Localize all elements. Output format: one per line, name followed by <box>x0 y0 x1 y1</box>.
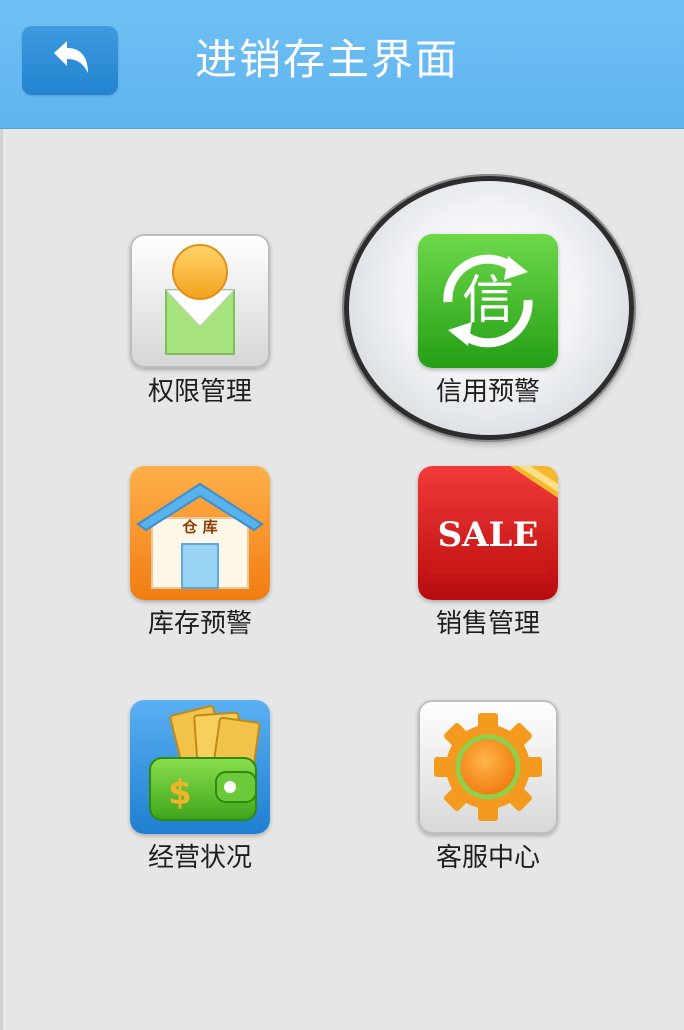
back-arrow-icon <box>54 41 88 73</box>
svg-text:仓 库: 仓 库 <box>181 518 217 536</box>
menu-item-customer-service[interactable]: 客服中心 <box>388 700 588 900</box>
menu-label: 经营状况 <box>147 843 252 873</box>
menu-item-credit-warning[interactable]: 信 信用预警 <box>388 234 588 434</box>
page-title: 进销存主界面 <box>195 35 460 84</box>
wallet-icon: $ <box>130 700 270 834</box>
menu-item-sales[interactable]: SALE 销售管理 <box>388 466 588 666</box>
sale-icon: SALE <box>418 466 558 600</box>
warehouse-icon: 仓 库 <box>130 466 270 600</box>
menu-item-permission[interactable]: 权限管理 <box>100 234 300 434</box>
menu-label: 信用预警 <box>435 377 540 407</box>
back-button[interactable] <box>22 25 118 95</box>
svg-text:$: $ <box>168 773 192 813</box>
menu-label: 客服中心 <box>435 843 540 873</box>
menu-item-inventory-warning[interactable]: 仓 库 库存预警 <box>100 466 300 666</box>
header-bar: 进销存主界面 <box>0 0 684 129</box>
credit-warning-icon: 信 <box>418 234 558 368</box>
user-permission-icon <box>130 234 270 368</box>
menu-label: 权限管理 <box>147 377 252 407</box>
menu-label: 销售管理 <box>435 609 540 639</box>
svg-text:SALE: SALE <box>438 515 539 555</box>
left-edge-divider <box>0 129 3 1030</box>
menu-label: 库存预警 <box>147 609 252 639</box>
gear-icon <box>418 700 558 834</box>
svg-text:信: 信 <box>462 271 514 331</box>
menu-item-business-status[interactable]: $ 经营状况 <box>100 700 300 900</box>
